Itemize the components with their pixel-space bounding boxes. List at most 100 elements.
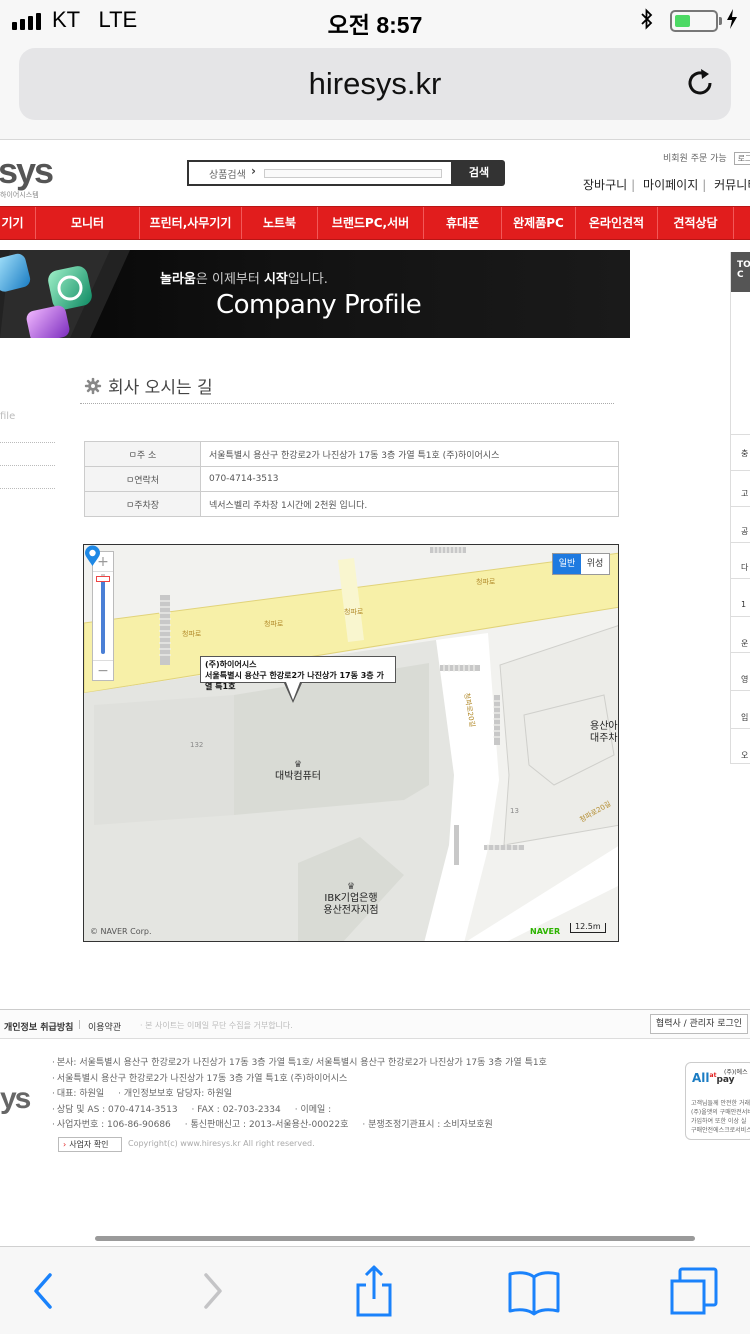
status-bar: KT LTE 오전 8:57 (0, 0, 750, 40)
quick-item[interactable]: 다 (741, 562, 748, 573)
nav-item-phone[interactable]: 휴대폰 (424, 207, 502, 239)
search-input[interactable]: 상품검색 › (187, 160, 453, 186)
tab-satellite-map[interactable]: 위성 (581, 554, 609, 574)
mypage-link[interactable]: 마이페이지 (643, 178, 698, 192)
quick-item[interactable]: 1 (741, 600, 746, 609)
quick-item[interactable]: 공 (741, 526, 748, 537)
page-title: 회사 오시는 길 (84, 373, 213, 398)
nav-item-online-quote[interactable]: 온라인견적 (576, 207, 658, 239)
left-divider (0, 465, 55, 466)
banner-title: Company Profile (216, 290, 422, 320)
quick-item[interactable]: 운 (741, 638, 748, 649)
site-logo-sub: 하이어시스템 (0, 191, 39, 199)
poi-yongsan-parking: 용산아 대주차 (590, 721, 618, 744)
poi-ibk-bank: ♛ IBK기업은행 용산전자지점 (316, 881, 386, 917)
quick-menu-header: TO C (731, 252, 750, 292)
gear-icon (84, 377, 102, 394)
search-field[interactable] (264, 169, 442, 178)
road-label: 청파로 (344, 608, 364, 616)
location-pin-icon[interactable] (84, 545, 101, 567)
login-button[interactable]: 로그 (733, 152, 750, 165)
banner-graphic (0, 250, 130, 338)
allpay-escrow-badge[interactable]: Allatpay (주)(에스 고객님들께 안전한 거래 (주)올앳의 구매안전… (685, 1062, 750, 1140)
map-scale: 12.5m (570, 923, 606, 933)
tab-normal-map[interactable]: 일반 (553, 554, 581, 574)
tabs-icon[interactable] (666, 1263, 722, 1319)
address-label: ㅁ주 소 (84, 441, 201, 467)
escrow-description: 고객님들께 안전한 거래 (주)올앳의 구매안전서비 가입하여 또한 이상 실 … (691, 1100, 750, 1134)
crown-icon: ♛ (293, 760, 303, 770)
forward-icon[interactable] (184, 1263, 240, 1319)
footer-logo: ys (0, 1082, 31, 1115)
clock: 오전 8:57 (327, 12, 423, 38)
top-links: 비회원 주문 가능 로그 (663, 151, 750, 165)
zoom-slider[interactable] (101, 578, 105, 654)
contact-label: ㅁ연락처 (84, 466, 201, 492)
nav-item-monitor[interactable]: 모니터 (36, 207, 140, 239)
community-link[interactable]: 커뮤니티 (714, 178, 750, 192)
search-label: 상품검색 (209, 170, 246, 181)
url-text: hiresys.kr (308, 66, 442, 101)
table-row: ㅁ주 소 서울특별시 용산구 한강로2가 나진상가 17동 3층 가열 특1호 … (84, 441, 619, 467)
left-menu-item[interactable]: file (0, 411, 15, 422)
quick-item[interactable]: 충 (741, 448, 748, 459)
table-row: ㅁ연락처 070-4714-3513 (84, 466, 619, 492)
search-button[interactable]: 검색 (453, 160, 505, 186)
location-callout: (주)하이어시스 서울특별시 용산구 한강로2가 나진상가 17동 3층 가열 … (200, 656, 396, 691)
horizontal-scrollbar[interactable] (95, 1236, 695, 1241)
road-label: 청파로 (264, 620, 284, 628)
guest-order-link[interactable]: 비회원 주문 가능 (663, 154, 727, 164)
email-notice: · 본 사이트는 이메일 무단 수집을 거부합니다. (140, 1021, 293, 1030)
bookmarks-icon[interactable] (506, 1263, 562, 1319)
cart-link[interactable]: 장바구니 (583, 178, 627, 192)
map-type-toggle: 일반 위성 (552, 553, 610, 575)
quick-item[interactable]: 입 (741, 712, 748, 723)
site-logo[interactable]: sys (0, 150, 54, 192)
zoom-control: + − (92, 551, 114, 681)
parking-value: 넥서스벨리 주차장 1시간에 2천원 입니다. (200, 491, 619, 517)
contact-value: 070-4714-3513 (200, 466, 619, 492)
reload-icon[interactable] (683, 66, 717, 100)
location-map[interactable]: 청파로 청파로 청파로 청파로 청파로20길 청파로20길 132 13 일반 … (83, 544, 619, 942)
address-bar[interactable]: hiresys.kr (19, 48, 731, 120)
footer-links-bar: 개인정보 취급방침 | 이용약관 · 본 사이트는 이메일 무단 수집을 거부합… (0, 1009, 750, 1039)
naver-logo[interactable]: NAVER (530, 927, 560, 936)
crown-icon: ♛ (346, 882, 356, 892)
bluetooth-icon (640, 7, 654, 37)
copyright: Copyright(c) www.hiresys.kr All right re… (128, 1139, 315, 1148)
nav-item-printer[interactable]: 프린터,사무기기 (140, 207, 242, 239)
banner-tagline: 놀라움은 이제부터 시작입니다. (160, 272, 328, 287)
chevron-right-icon: › (251, 164, 256, 178)
nav-item-quote-consult[interactable]: 견적상담 (658, 207, 734, 239)
privacy-policy-link[interactable]: 개인정보 취급방침 (4, 1020, 73, 1033)
admin-login-button[interactable]: 협력사 / 관리자 로그인 (650, 1014, 748, 1034)
category-nav: 기기 모니터 프린터,사무기기 노트북 브랜드PC,서버 휴대폰 완제품PC 온… (0, 206, 750, 240)
charging-icon (726, 8, 738, 35)
road-label: 청파로 (182, 630, 202, 638)
left-divider (0, 442, 55, 443)
share-icon[interactable] (346, 1263, 402, 1319)
nav-item-brand-pc[interactable]: 브랜드PC,서버 (318, 207, 424, 239)
quick-item[interactable]: 고 (741, 488, 748, 499)
lot-number: 13 (510, 807, 519, 815)
nav-item-notebook[interactable]: 노트북 (242, 207, 318, 239)
back-icon[interactable] (16, 1263, 72, 1319)
browser-chrome: hiresys.kr (0, 40, 750, 140)
quick-item[interactable]: 영 (741, 674, 748, 685)
quick-item[interactable]: 오 (741, 750, 748, 761)
company-banner: 놀라움은 이제부터 시작입니다. Company Profile (0, 250, 630, 338)
lot-number: 132 (190, 741, 204, 749)
parking-label: ㅁ주차장 (84, 491, 201, 517)
zoom-handle[interactable] (96, 576, 110, 582)
zoom-out-button[interactable]: − (93, 660, 113, 680)
browser-toolbar (0, 1246, 750, 1334)
business-check-button[interactable]: › 사업자 확인 (58, 1137, 122, 1152)
title-divider (80, 403, 614, 404)
road-label: 청파로 (476, 578, 496, 586)
poi-computer-shop: ♛ 대박컴퓨터 (272, 759, 324, 783)
company-footer-info: 본사: 서울특별시 용산구 한강로2가 나진상가 17동 3층 가열 특1호/ … (52, 1056, 547, 1134)
terms-link[interactable]: 이용약관 (88, 1020, 121, 1033)
nav-item-devices[interactable]: 기기 (0, 207, 36, 239)
nav-item-complete-pc[interactable]: 완제품PC (502, 207, 576, 239)
member-links: 장바구니| 마이페이지| 커뮤니티 (583, 176, 750, 193)
